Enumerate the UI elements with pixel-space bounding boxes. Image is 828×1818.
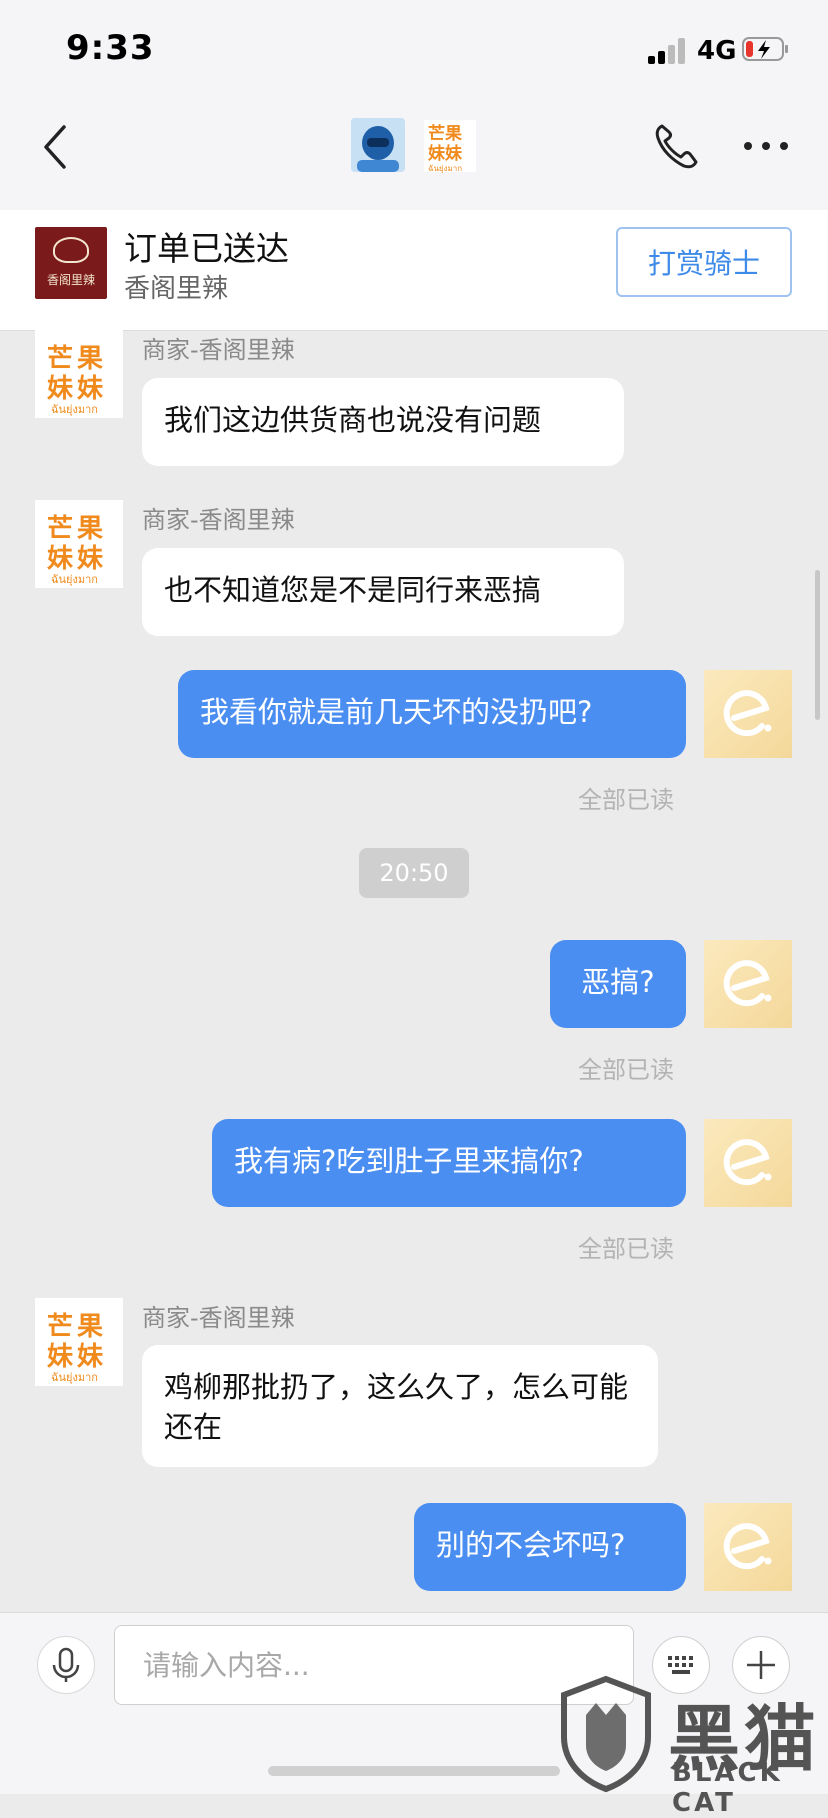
logo-text-3: ฉันยุ่งมาก (428, 164, 463, 173)
user-avatar[interactable] (704, 1119, 792, 1207)
message-bubble-incoming[interactable]: 也不知道您是不是同行来恶搞 (142, 548, 624, 636)
home-indicator[interactable] (268, 1766, 560, 1776)
message-sender: 商家-香阁里辣 (142, 506, 295, 534)
shop-logo-mark (53, 237, 89, 263)
logo-text-3: ฉันยุ่งมาก (51, 1371, 98, 1384)
microphone-icon (52, 1647, 80, 1682)
message-bubble-outgoing[interactable]: 别的不会坏吗? (414, 1503, 686, 1591)
signal-icon (648, 38, 688, 64)
eleme-logo-icon (723, 960, 772, 1007)
eleme-logo-icon (723, 1139, 772, 1186)
user-avatar[interactable] (704, 940, 792, 1028)
user-avatar[interactable] (704, 670, 792, 758)
rider-helmet-icon (351, 118, 405, 172)
message-bubble-incoming[interactable]: 鸡柳那批扔了，这么久了，怎么可能还在 (142, 1345, 658, 1467)
message-bubble-outgoing[interactable]: 我看你就是前几天坏的没扔吧? (178, 670, 686, 758)
rider-avatar[interactable] (351, 118, 405, 172)
eleme-logo-icon (723, 690, 772, 737)
chat-timestamp: 20:50 (359, 848, 469, 898)
shop-logo-text: 香阁里辣 (46, 273, 95, 287)
status-time: 9:33 (66, 28, 155, 68)
shop-logo[interactable]: 香阁里辣 (35, 227, 107, 299)
logo-text-1: 芒果 (428, 124, 462, 144)
read-status: 全部已读 (578, 786, 674, 814)
merchant-avatar[interactable]: 芒果 妹妹 ฉันยุ่งมาก (35, 1298, 123, 1386)
scrollbar[interactable] (815, 570, 820, 720)
black-cat-logo-icon (561, 1675, 651, 1793)
message-bubble-incoming[interactable]: 我们这边供货商也说没有问题 (142, 378, 624, 466)
read-status: 全部已读 (578, 1235, 674, 1263)
battery-icon (742, 37, 788, 61)
phone-icon[interactable] (652, 120, 700, 172)
network-type: 4G (697, 36, 737, 66)
logo-text-2: 妹妹 (428, 144, 462, 164)
more-icon[interactable] (742, 136, 790, 156)
order-status-title: 订单已送达 (124, 229, 289, 268)
order-shop-name: 香阁里辣 (124, 274, 229, 304)
message-sender: 商家-香阁里辣 (142, 336, 295, 364)
voice-button[interactable] (37, 1636, 95, 1694)
message-bubble-outgoing[interactable]: 恶搞? (550, 940, 686, 1028)
message-bubble-outgoing[interactable]: 我有病?吃到肚子里来搞你? (212, 1119, 686, 1207)
message-sender: 商家-香阁里辣 (142, 1304, 295, 1332)
back-arrow-icon[interactable] (36, 122, 76, 172)
logo-text-3: ฉันยุ่งมาก (51, 573, 98, 586)
tip-rider-button[interactable]: 打赏骑士 (616, 227, 792, 297)
user-avatar[interactable] (704, 1503, 792, 1591)
merchant-avatar-header[interactable]: 芒果 妹妹 ฉันยุ่งมาก (424, 120, 476, 173)
logo-text-3: ฉันยุ่งมาก (51, 403, 98, 416)
merchant-avatar[interactable]: 芒果 妹妹 ฉันยุ่งมาก (35, 330, 123, 418)
eleme-logo-icon (723, 1523, 772, 1570)
read-status: 全部已读 (578, 1056, 674, 1084)
watermark-subtext: BLACK CAT (672, 1758, 783, 1818)
merchant-avatar[interactable]: 芒果 妹妹 ฉันยุ่งมาก (35, 500, 123, 588)
